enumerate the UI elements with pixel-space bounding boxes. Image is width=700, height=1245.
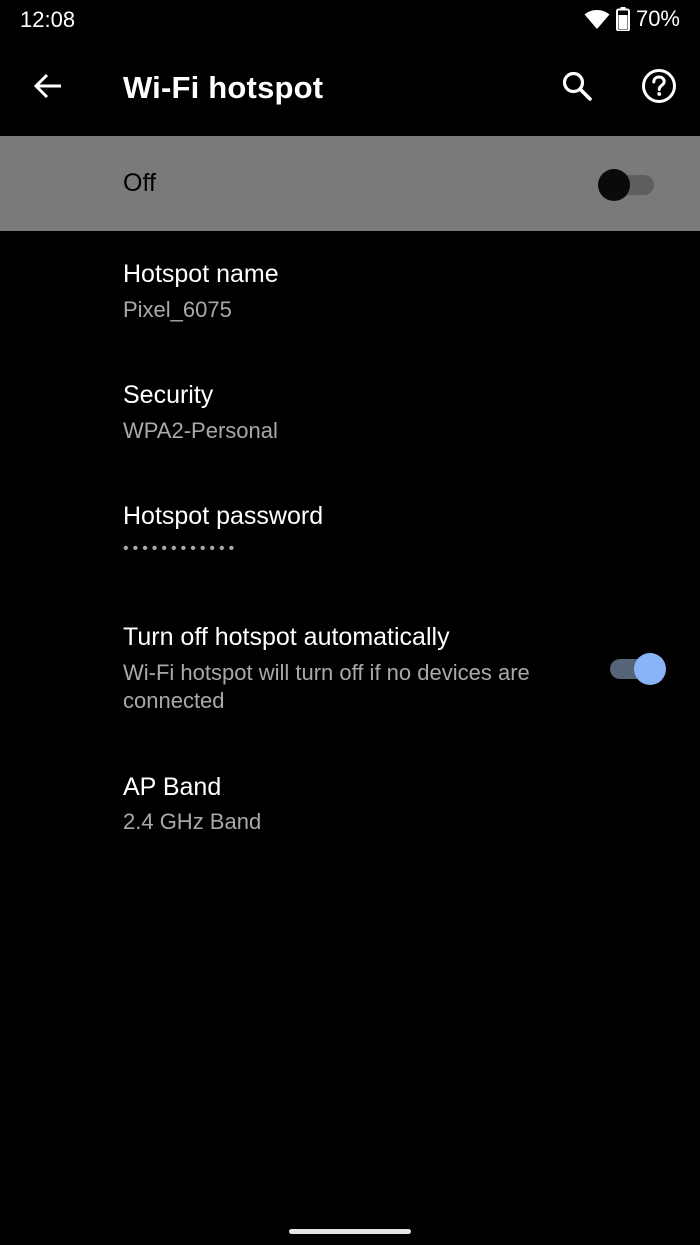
pref-summary: WPA2-Personal — [123, 418, 278, 443]
pref-title: AP Band — [123, 773, 222, 801]
wifi-icon — [584, 8, 610, 30]
pref-summary: Pixel_6075 — [123, 297, 232, 322]
status-time: 12:08 — [20, 7, 76, 32]
search-button[interactable] — [553, 64, 601, 112]
hotspot-toggle[interactable] — [598, 168, 656, 202]
page-title: Wi-Fi hotspot — [123, 70, 324, 105]
toggle-thumb — [598, 169, 630, 201]
pref-title: Hotspot name — [123, 260, 279, 288]
app-bar: Wi-Fi hotspot — [0, 44, 700, 136]
help-button[interactable] — [635, 64, 683, 112]
battery-icon — [615, 7, 630, 31]
master-switch-label: Off — [123, 169, 156, 197]
back-button[interactable] — [24, 64, 72, 112]
pref-summary: Wi-Fi hotspot will turn off if no device… — [123, 660, 530, 713]
battery-percent: 70% — [635, 6, 680, 31]
help-icon — [641, 68, 677, 109]
back-arrow-icon — [33, 73, 63, 104]
search-icon — [561, 70, 593, 107]
status-icons: 70% — [584, 6, 680, 32]
auto-turn-off-toggle[interactable] — [610, 652, 668, 686]
pref-hotspot-name[interactable]: Hotspot name Pixel_6075 — [0, 240, 700, 352]
gesture-nav-handle[interactable] — [289, 1229, 411, 1234]
status-bar: 12:08 70% — [0, 0, 700, 44]
pref-title: Turn off hotspot automatically — [123, 623, 450, 651]
toggle-thumb — [634, 653, 666, 685]
pref-title: Hotspot password — [123, 502, 324, 530]
pref-title: Security — [123, 381, 214, 409]
pref-summary: 2.4 GHz Band — [123, 809, 262, 834]
hotspot-master-switch-bar[interactable]: Off — [0, 136, 700, 231]
pref-security[interactable]: Security WPA2-Personal — [0, 362, 700, 474]
pref-ap-band[interactable]: AP Band 2.4 GHz Band — [0, 755, 700, 867]
password-mask: •••••••••••• — [123, 540, 239, 557]
pref-auto-turn-off[interactable]: Turn off hotspot automatically Wi-Fi hot… — [0, 605, 700, 745]
pref-hotspot-password[interactable]: Hotspot password •••••••••••• — [0, 484, 700, 596]
